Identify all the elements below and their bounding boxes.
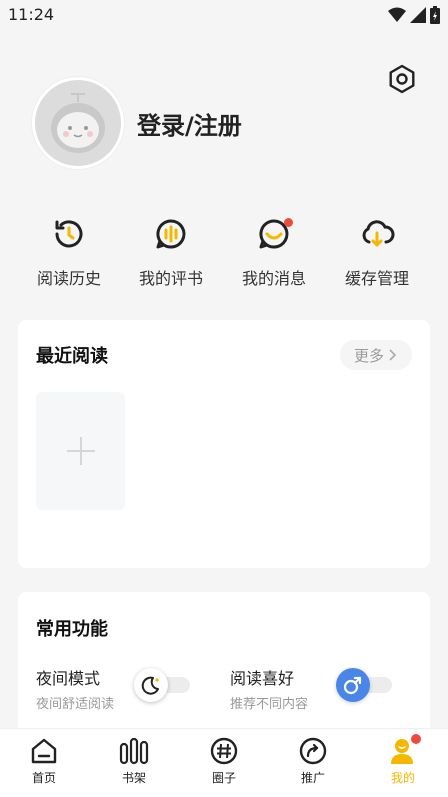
recent-reading-title: 最近阅读: [36, 346, 108, 367]
nav-bookshelf[interactable]: 书架: [99, 735, 169, 786]
status-bar: 11:24: [0, 0, 448, 32]
quick-action-label: 我的评书: [138, 269, 203, 288]
gear-icon: [389, 64, 415, 94]
reading-preference-subtitle: 推荐不同内容: [230, 697, 309, 712]
night-mode-title: 夜间模式: [36, 669, 101, 688]
comment-icon: [156, 219, 186, 249]
reading-history-button[interactable]: 阅读历史: [19, 214, 119, 289]
cloud-download-icon: [362, 220, 395, 247]
login-register-link[interactable]: 登录/注册: [137, 106, 242, 141]
quick-action-label: 我的消息: [241, 269, 306, 288]
status-time: 11:24: [8, 5, 55, 24]
add-book-slot[interactable]: [36, 392, 125, 510]
moon-icon: [141, 676, 159, 695]
nav-label: 圈子: [211, 771, 236, 785]
reading-preference-title: 阅读喜好: [230, 669, 295, 688]
quick-action-label: 缓存管理: [344, 269, 409, 288]
history-icon: [55, 220, 83, 248]
night-mode-subtitle: 夜间舒适阅读: [36, 697, 115, 712]
wifi-icon: [388, 7, 406, 22]
male-icon: [343, 676, 362, 695]
quick-action-label: 阅读历史: [36, 269, 101, 288]
more-button[interactable]: 更多: [340, 340, 412, 370]
bookshelf-icon: [119, 737, 149, 765]
nav-label: 首页: [31, 771, 56, 785]
nav-label: 我的: [390, 771, 415, 785]
cache-management-button[interactable]: 缓存管理: [327, 214, 427, 289]
profile-badge: [411, 734, 421, 744]
my-messages-button[interactable]: 我的消息: [224, 214, 324, 289]
battery-icon: [430, 6, 440, 24]
toggle-knob: [336, 668, 370, 702]
nav-promote[interactable]: 推广: [278, 735, 348, 786]
reading-preference-toggle[interactable]: [336, 668, 392, 702]
nav-home[interactable]: 首页: [9, 735, 79, 786]
night-mode-item: 夜间模式 夜间舒适阅读: [36, 665, 114, 712]
message-badge: [284, 218, 293, 227]
nav-label: 推广: [300, 771, 325, 785]
night-mode-toggle[interactable]: [134, 668, 190, 702]
nav-label: 书架: [121, 771, 146, 785]
share-icon: [299, 737, 327, 765]
reading-preference-item: 阅读喜好 推荐不同内容: [230, 665, 308, 712]
more-label: 更多: [353, 346, 384, 365]
bottom-nav: 首页 书架 圈子 推广 我的: [0, 728, 448, 797]
my-comments-button[interactable]: 我的评书: [121, 214, 221, 289]
robot-avatar-icon: [35, 80, 121, 166]
home-icon: [31, 738, 57, 764]
quick-actions: 阅读历史 我的评书 我的消息 缓存管理: [0, 214, 448, 294]
chevron-right-icon: [389, 349, 397, 361]
status-icons: [388, 6, 440, 24]
nav-circle[interactable]: 圈子: [189, 735, 259, 786]
avatar[interactable]: [32, 77, 124, 169]
nav-mine[interactable]: 我的: [368, 734, 438, 786]
settings-button[interactable]: [385, 62, 419, 96]
toggle-knob: [134, 668, 168, 702]
plus-icon: [66, 437, 95, 465]
signal-icon: [410, 7, 426, 23]
common-functions-title: 常用功能: [36, 619, 108, 640]
circle-hash-icon: [210, 737, 238, 765]
